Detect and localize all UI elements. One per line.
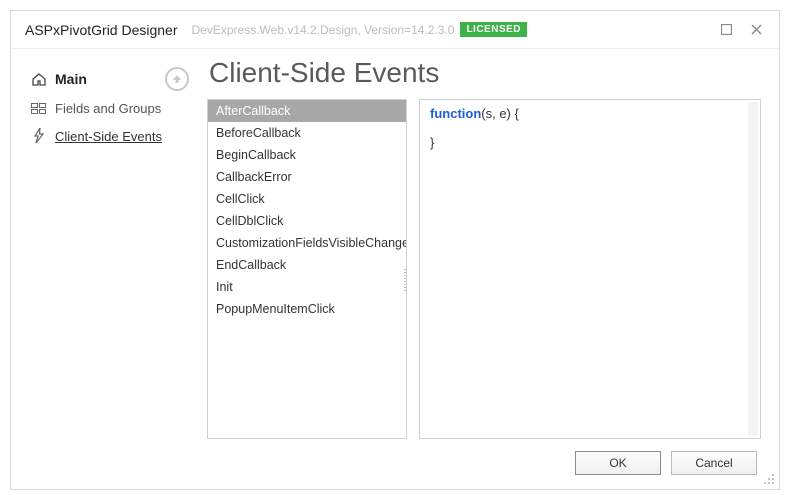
- home-icon: [29, 72, 49, 86]
- lightning-icon: [29, 128, 49, 144]
- content-area: Client-Side Events AfterCallbackBeforeCa…: [201, 49, 779, 489]
- sidebar: Main Fields and Groups Client-Side Event…: [11, 49, 201, 489]
- event-item[interactable]: CellDblClick: [208, 210, 406, 232]
- nav-item-client-side-events[interactable]: Client-Side Events: [23, 122, 195, 150]
- ok-button[interactable]: OK: [575, 451, 661, 475]
- nav-section-label: Main: [55, 71, 87, 87]
- nav-item-fields-and-groups[interactable]: Fields and Groups: [23, 95, 195, 122]
- event-item[interactable]: EndCallback: [208, 254, 406, 276]
- fields-icon: [29, 103, 49, 115]
- event-item[interactable]: CallbackError: [208, 166, 406, 188]
- event-item[interactable]: Init: [208, 276, 406, 298]
- code-line-close: }: [430, 135, 750, 150]
- code-line-1: function(s, e) {: [430, 106, 750, 121]
- designer-window: ASPxPivotGrid Designer DevExpress.Web.v1…: [10, 10, 780, 490]
- code-editor[interactable]: function(s, e) { }: [419, 99, 761, 439]
- event-item[interactable]: PopupMenuItemClick: [208, 298, 406, 320]
- event-item[interactable]: CellClick: [208, 188, 406, 210]
- code-signature: (s, e) {: [481, 106, 519, 121]
- dialog-buttons: OK Cancel: [207, 439, 761, 479]
- page-title: Client-Side Events: [209, 57, 761, 89]
- code-keyword: function: [430, 106, 481, 121]
- cancel-button[interactable]: Cancel: [671, 451, 757, 475]
- nav-item-label: Client-Side Events: [55, 129, 162, 144]
- nav-section-main[interactable]: Main: [23, 63, 195, 95]
- event-item[interactable]: BeforeCallback: [208, 122, 406, 144]
- close-icon: [751, 24, 762, 35]
- maximize-icon: [721, 24, 732, 35]
- maximize-button[interactable]: [711, 18, 741, 42]
- resize-grip-icon[interactable]: [763, 473, 775, 485]
- assembly-version: DevExpress.Web.v14.2.Design, Version=14.…: [192, 23, 455, 37]
- event-item[interactable]: CustomizationFieldsVisibleChanged: [208, 232, 406, 254]
- event-item[interactable]: BeginCallback: [208, 144, 406, 166]
- window-title: ASPxPivotGrid Designer: [25, 22, 178, 38]
- license-badge: LICENSED: [460, 22, 527, 37]
- editor-scrollbar[interactable]: [748, 102, 758, 436]
- event-item[interactable]: AfterCallback: [208, 100, 406, 122]
- split-panes: AfterCallbackBeforeCallbackBeginCallback…: [207, 99, 761, 439]
- nav-item-label: Fields and Groups: [55, 101, 161, 116]
- arrow-up-icon: [172, 74, 182, 84]
- nav-up-button[interactable]: [165, 67, 189, 91]
- titlebar: ASPxPivotGrid Designer DevExpress.Web.v1…: [11, 11, 779, 49]
- close-button[interactable]: [741, 18, 771, 42]
- window-body: Main Fields and Groups Client-Side Event…: [11, 49, 779, 489]
- events-list[interactable]: AfterCallbackBeforeCallbackBeginCallback…: [207, 99, 407, 439]
